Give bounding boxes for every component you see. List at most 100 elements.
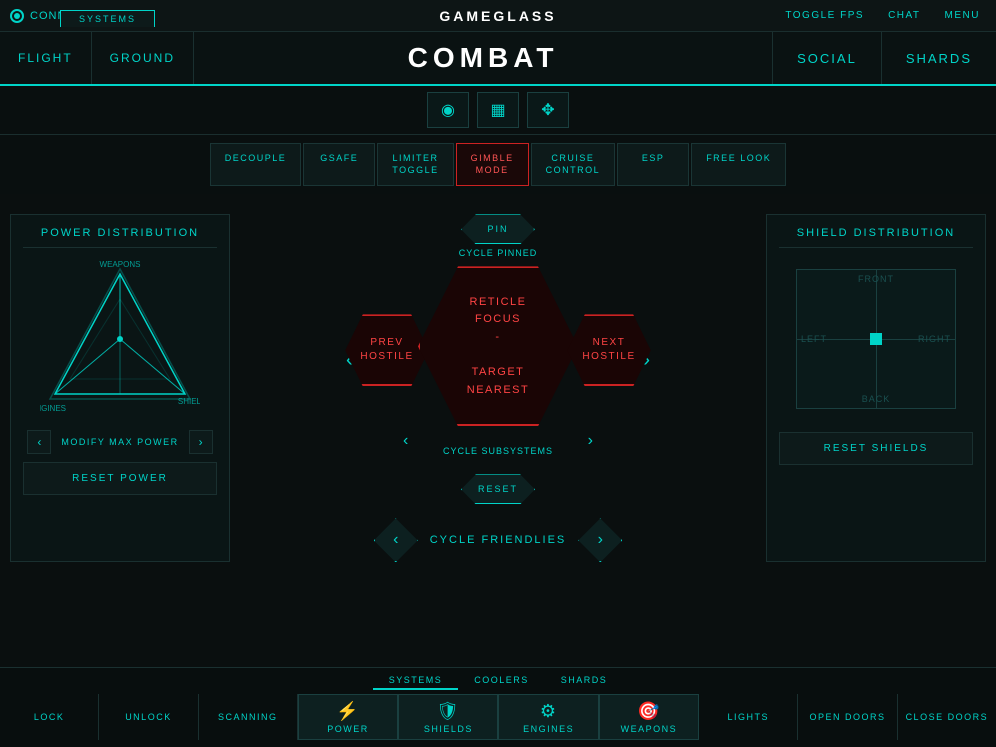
- menu-button[interactable]: MENU: [939, 8, 986, 23]
- nav-ground[interactable]: GROUND: [92, 32, 194, 84]
- combat-center: PIN CYCLE PINNED ‹ › PREVHOSTILE RETICLE…: [240, 214, 756, 562]
- bottom-right-arrow[interactable]: ›: [588, 432, 593, 450]
- bottom-shields-button[interactable]: 🛡 SHIELDS: [398, 694, 498, 740]
- cycle-friendlies-row: ‹ CYCLE FRIENDLIES ›: [374, 518, 623, 562]
- cycle-subsystems-label: CYCLE SUBSYSTEMS: [443, 446, 553, 456]
- title-game: GAME: [439, 8, 493, 24]
- bottom-open-doors-button[interactable]: OPEN DOORS: [798, 694, 897, 740]
- center-combat-button[interactable]: RETICLEFOCUS-TARGETNEAREST: [418, 266, 578, 426]
- main-content: POWER DISTRIBUTION: [0, 204, 996, 572]
- weapons-icon: 🎯: [637, 701, 661, 722]
- engines-label: ENGINES: [523, 724, 574, 734]
- toggle-decouple[interactable]: DECOUPLE: [210, 143, 302, 186]
- lock-label: LOCK: [34, 712, 65, 722]
- svg-text:SHIELDS: SHIELDS: [178, 397, 200, 406]
- power-title: POWER DISTRIBUTION: [23, 227, 217, 239]
- modify-power-label: MODIFY MAX POWER: [61, 437, 178, 447]
- bottom-tab-systems[interactable]: SYSTEMS: [373, 672, 459, 690]
- power-label: POWER: [327, 724, 369, 734]
- grid-icon-button[interactable]: ▦: [477, 92, 519, 128]
- shield-icon-button[interactable]: ✥: [527, 92, 569, 128]
- toggle-buttons-row: DECOUPLE GSAFE LIMITERTOGGLE GIMBLEMODE …: [0, 135, 996, 194]
- svg-text:ENGINES: ENGINES: [40, 404, 66, 413]
- bottom-engines-button[interactable]: ⚙ ENGINES: [498, 694, 598, 740]
- toggle-freelook[interactable]: FREE LOOK: [691, 143, 786, 186]
- nav-combat[interactable]: COMBAT: [194, 32, 772, 84]
- shield-left-label: LEFT: [801, 334, 827, 344]
- bottom-lock-button[interactable]: LOCK: [0, 694, 99, 740]
- power-triangle-svg: WEAPONS SHIELDS ENGINES: [40, 259, 200, 419]
- shields-icon: 🛡: [436, 701, 460, 722]
- pin-group: PIN CYCLE PINNED: [459, 214, 538, 258]
- wifi-icon: ◉: [441, 100, 455, 120]
- power-icon: ⚡: [336, 701, 360, 722]
- shields-label: SHIELDS: [424, 724, 473, 734]
- reset-button[interactable]: RESET: [461, 474, 535, 504]
- shield-back-label: BACK: [862, 394, 891, 404]
- cycle-friendlies-prev-button[interactable]: ‹: [374, 518, 418, 562]
- shield-grid-area: FRONT BACK LEFT RIGHT: [779, 254, 973, 424]
- shield-center-dot: [870, 333, 882, 345]
- shield-distribution-panel: SHIELD DISTRIBUTION FRONT BACK LEFT RIGH…: [766, 214, 986, 562]
- shield-front-label: FRONT: [858, 274, 894, 284]
- nav-social[interactable]: SOCIAL: [772, 32, 881, 84]
- bottom-left-arrow[interactable]: ‹: [403, 432, 408, 450]
- shield-title: SHIELD DISTRIBUTION: [779, 227, 973, 239]
- power-decrease-button[interactable]: ‹: [27, 430, 51, 454]
- open-doors-label: OPEN DOORS: [810, 712, 886, 722]
- next-hostile-button[interactable]: NEXTHOSTILE: [554, 314, 664, 386]
- bottom-scanning-button[interactable]: SCANNING: [199, 694, 298, 740]
- cycle-friendlies-label: CYCLE FRIENDLIES: [430, 534, 567, 546]
- bottom-actions: LOCK UNLOCK SCANNING ⚡ POWER 🛡 SHIELDS ⚙…: [0, 690, 996, 740]
- bottom-nav: SYSTEMS COOLERS SHARDS LOCK UNLOCK SCANN…: [0, 667, 996, 747]
- reset-shields-button[interactable]: RESET SHIELDS: [779, 432, 973, 465]
- shield-icon: ✥: [541, 100, 554, 120]
- bottom-power-button[interactable]: ⚡ POWER: [298, 694, 398, 740]
- nav-flight[interactable]: FLIGHT: [0, 32, 92, 84]
- pin-button[interactable]: PIN: [461, 214, 535, 244]
- cycle-pinned-label: CYCLE PINNED: [459, 248, 538, 258]
- title-glass: GLASS: [493, 8, 556, 24]
- power-triangle-area: WEAPONS SHIELDS ENGINES: [23, 254, 217, 424]
- wifi-icon-button[interactable]: ◉: [427, 92, 469, 128]
- top-right-buttons: TOGGLE FPS CHAT MENU: [779, 8, 986, 23]
- nav-shards[interactable]: SHARDS: [881, 32, 996, 84]
- bottom-lights-button[interactable]: LIGHTS: [699, 694, 798, 740]
- app-title: GAMEGLASS: [439, 8, 556, 24]
- combat-hex-container: PIN CYCLE PINNED ‹ › PREVHOSTILE RETICLE…: [318, 214, 678, 504]
- toggle-gsafe[interactable]: GSAFE: [303, 143, 375, 186]
- cycle-friendlies-next-button[interactable]: ›: [578, 518, 622, 562]
- bottom-unlock-button[interactable]: UNLOCK: [99, 694, 198, 740]
- connected-indicator: [10, 9, 24, 23]
- systems-tab-label[interactable]: SYSTEMS: [60, 10, 155, 27]
- chat-button[interactable]: CHAT: [882, 8, 926, 23]
- bottom-tabs: SYSTEMS COOLERS SHARDS: [0, 668, 996, 690]
- lights-label: LIGHTS: [727, 712, 769, 722]
- power-increase-button[interactable]: ›: [189, 430, 213, 454]
- shield-grid[interactable]: FRONT BACK LEFT RIGHT: [796, 269, 956, 409]
- toggle-esp[interactable]: ESP: [617, 143, 689, 186]
- toggle-fps-button[interactable]: TOGGLE FPS: [779, 8, 870, 23]
- weapons-label: WEAPONS: [621, 724, 678, 734]
- nav-wrapper: SYSTEMS FLIGHT GROUND COMBAT SOCIAL SHAR…: [0, 32, 996, 86]
- grid-icon: ▦: [490, 100, 505, 120]
- toggle-cruise[interactable]: CRUISECONTROL: [531, 143, 616, 186]
- power-distribution-panel: POWER DISTRIBUTION: [10, 214, 230, 562]
- modify-power-row: ‹ MODIFY MAX POWER ›: [23, 430, 217, 454]
- shield-right-label: RIGHT: [918, 334, 951, 344]
- shield-divider: [779, 247, 973, 248]
- close-doors-label: CLOSE DOORS: [906, 712, 989, 722]
- toggle-limiter[interactable]: LIMITERTOGGLE: [377, 143, 453, 186]
- main-nav-row: FLIGHT GROUND COMBAT SOCIAL SHARDS: [0, 32, 996, 86]
- unlock-label: UNLOCK: [125, 712, 172, 722]
- bottom-tab-coolers[interactable]: COOLERS: [458, 672, 545, 690]
- bottom-tab-shards[interactable]: SHARDS: [545, 672, 624, 690]
- power-divider: [23, 247, 217, 248]
- svg-text:WEAPONS: WEAPONS: [100, 260, 141, 269]
- scanning-label: SCANNING: [218, 712, 278, 722]
- engines-icon: ⚙: [540, 701, 558, 722]
- reset-power-button[interactable]: RESET POWER: [23, 462, 217, 495]
- bottom-weapons-button[interactable]: 🎯 WEAPONS: [599, 694, 699, 740]
- toggle-gimble[interactable]: GIMBLEMODE: [456, 143, 529, 186]
- bottom-close-doors-button[interactable]: CLOSE DOORS: [898, 694, 996, 740]
